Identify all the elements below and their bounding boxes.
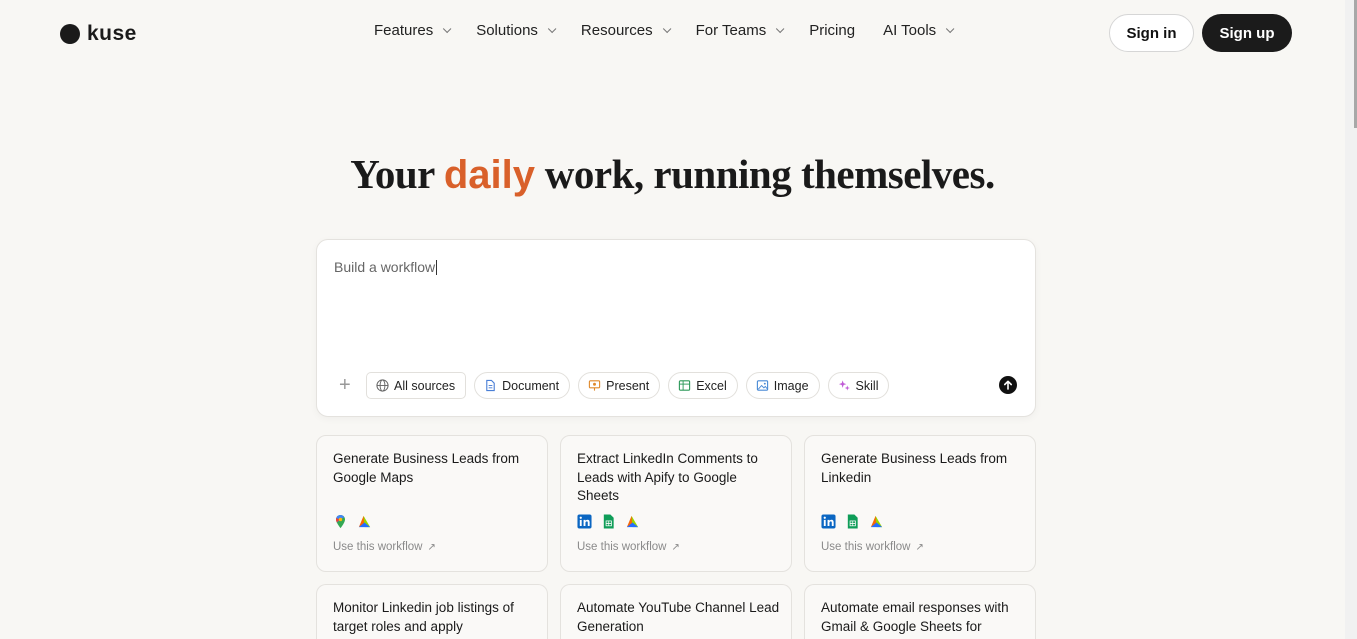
- apify-icon: [626, 515, 639, 528]
- chevron-down-icon: [946, 24, 955, 33]
- chevron-down-icon: [662, 24, 671, 33]
- card-title: Generate Business Leads from Google Maps: [333, 451, 520, 485]
- source-chips: All sources Document Present Excel Image…: [366, 372, 890, 399]
- apify-icon: [870, 515, 883, 528]
- card-title: Automate email responses with Gmail & Go…: [821, 600, 1009, 634]
- nav-item-label: Features: [374, 22, 434, 39]
- card-title: Generate Business Leads from Linkedin: [821, 451, 1008, 485]
- nav-item-label: Pricing: [809, 22, 856, 39]
- card-title: Automate YouTube Channel Lead Generation: [577, 600, 780, 634]
- main-nav: Features Solutions Resources For Teams P…: [374, 22, 979, 39]
- logo-mark-icon: [60, 24, 80, 44]
- sign-up-button[interactable]: Sign up: [1202, 14, 1292, 52]
- apify-icon: [358, 515, 371, 528]
- presentation-icon: [588, 380, 601, 391]
- card-title: Extract LinkedIn Comments to Leads with …: [577, 451, 758, 503]
- link-label: Use this workflow: [333, 541, 423, 553]
- use-workflow-link[interactable]: Use this workflow ↗: [577, 541, 680, 553]
- link-label: Use this workflow: [577, 541, 667, 553]
- globe-icon: [376, 379, 389, 392]
- nav-item-solutions[interactable]: Solutions: [476, 22, 557, 39]
- linkedin-icon: [821, 514, 836, 529]
- scrollbar[interactable]: [1345, 0, 1357, 639]
- chip-excel[interactable]: Excel: [668, 372, 738, 399]
- skill-icon: [838, 380, 850, 391]
- workflow-card[interactable]: Generate Business Leads from Linkedin Us…: [804, 435, 1036, 572]
- chip-document[interactable]: Document: [474, 372, 571, 399]
- nav-item-label: For Teams: [695, 22, 767, 39]
- arrow-up-right-icon: ↗: [427, 541, 436, 553]
- document-icon: [486, 379, 495, 392]
- hero-title-end: work, running themselves.: [535, 151, 995, 197]
- logo[interactable]: kuse: [60, 22, 137, 46]
- chip-skill[interactable]: Skill: [827, 372, 890, 399]
- chip-all-sources[interactable]: All sources: [366, 372, 467, 399]
- chip-label: Skill: [855, 378, 879, 393]
- add-attachment-button[interactable]: +: [339, 374, 351, 396]
- card-integrations: [333, 514, 372, 529]
- workflow-card[interactable]: Automate email responses with Gmail & Go…: [804, 584, 1036, 639]
- send-button[interactable]: [999, 376, 1017, 394]
- nav-item-label: Resources: [580, 22, 653, 39]
- nav-item-pricing[interactable]: Pricing: [809, 22, 855, 39]
- nav-item-resources[interactable]: Resources: [580, 22, 671, 39]
- card-title: Monitor Linkedin job listings of target …: [333, 600, 514, 634]
- workflow-card[interactable]: Monitor Linkedin job listings of target …: [316, 584, 548, 639]
- spreadsheet-icon: [679, 380, 691, 391]
- chevron-down-icon: [547, 24, 557, 33]
- nav-item-for-teams[interactable]: For Teams: [695, 22, 785, 39]
- chip-label: Document: [502, 378, 560, 393]
- text-caret: [436, 259, 438, 275]
- use-workflow-link[interactable]: Use this workflow ↗: [821, 541, 924, 553]
- chip-label: Excel: [696, 378, 727, 393]
- arrow-up-right-icon: ↗: [915, 541, 924, 553]
- workflow-card[interactable]: Automate YouTube Channel Lead Generation: [560, 584, 792, 639]
- card-integrations: [821, 514, 884, 529]
- chevron-down-icon: [776, 24, 785, 33]
- hero-title-accent: daily: [443, 153, 536, 197]
- linkedin-icon: [577, 514, 592, 529]
- image-icon: [756, 380, 768, 391]
- site-header: kuse Features Solutions Resources For Te…: [0, 0, 1345, 64]
- hero-title-start: Your: [350, 151, 444, 197]
- chip-present[interactable]: Present: [578, 372, 661, 399]
- nav-item-ai-tools[interactable]: AI Tools: [883, 22, 955, 39]
- workflow-prompt-input[interactable]: Build a workflow: [334, 259, 438, 275]
- logo-text: kuse: [87, 22, 137, 45]
- card-integrations: [577, 514, 640, 529]
- arrow-up-right-icon: ↗: [671, 541, 680, 553]
- chevron-down-icon: [443, 24, 452, 33]
- nav-item-label: Solutions: [476, 22, 538, 39]
- arrow-up-icon: [1004, 380, 1012, 390]
- use-workflow-link[interactable]: Use this workflow ↗: [333, 541, 436, 553]
- nav-item-features[interactable]: Features: [374, 22, 452, 39]
- google-maps-icon: [336, 514, 345, 529]
- hero-title: Your daily work, running themselves.: [0, 150, 1345, 198]
- chip-label: Present: [606, 378, 650, 393]
- google-sheets-icon: [847, 514, 858, 529]
- link-label: Use this workflow: [821, 541, 911, 553]
- prompt-text: Build a workflow: [334, 259, 436, 275]
- workflow-card[interactable]: Generate Business Leads from Google Maps…: [316, 435, 548, 572]
- google-sheets-icon: [603, 514, 614, 529]
- chip-label: Image: [773, 378, 809, 393]
- chip-image[interactable]: Image: [745, 372, 820, 399]
- workflow-card[interactable]: Extract LinkedIn Comments to Leads with …: [560, 435, 792, 572]
- nav-item-label: AI Tools: [883, 22, 937, 39]
- workflow-prompt-box[interactable]: Build a workflow + All sources Document …: [316, 239, 1036, 417]
- chip-label: All sources: [394, 378, 456, 393]
- sign-in-button[interactable]: Sign in: [1109, 14, 1194, 52]
